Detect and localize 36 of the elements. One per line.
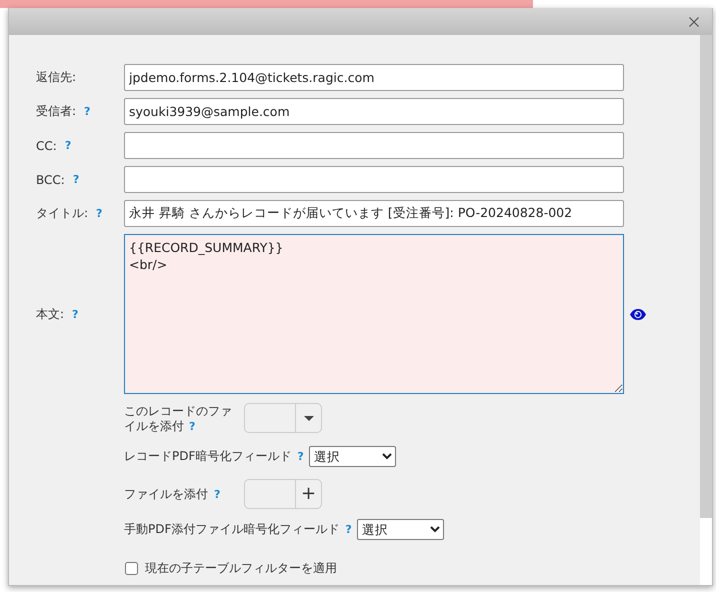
- field-label: 本文:: [36, 306, 64, 322]
- caret-icon: [304, 416, 314, 420]
- field-label: 返信先:: [36, 69, 76, 86]
- upload-field[interactable]: +: [244, 479, 322, 509]
- input-field[interactable]: 永井 昇騎 さんからレコードが届いています [受注番号]: PO-20240828-002: [124, 200, 624, 227]
- field-label: イルを添付: [124, 419, 184, 434]
- help-link[interactable]: ?: [189, 419, 196, 434]
- help-link[interactable]: ?: [84, 105, 90, 118]
- field-label: CC:: [36, 138, 57, 152]
- help-link[interactable]: ?: [214, 488, 220, 500]
- field-label: レコードPDF暗号化フィールド: [124, 448, 292, 465]
- field-label: 手動PDF添付ファイル暗号化フィールド: [124, 521, 340, 538]
- input-field[interactable]: [124, 166, 624, 193]
- help-link[interactable]: ?: [64, 139, 72, 152]
- field-label: BCC:: [36, 172, 65, 186]
- help-link[interactable]: ?: [345, 523, 352, 536]
- checkbox-label: 現在の子テーブルフィルターを適用: [145, 560, 337, 577]
- input-field[interactable]: syouki3939@sample.com: [124, 98, 624, 125]
- help-link[interactable]: ?: [72, 173, 80, 186]
- file-dropdown[interactable]: [244, 403, 322, 433]
- eye-icon[interactable]: [629, 308, 647, 320]
- input-field[interactable]: [124, 132, 624, 159]
- close-icon[interactable]: [689, 16, 699, 26]
- message-body-field[interactable]: {{RECORD_SUMMARY}} <br/>: [124, 234, 624, 394]
- help-link[interactable]: ?: [96, 207, 102, 220]
- select-field[interactable]: 選択: [308, 446, 396, 467]
- input-field[interactable]: jpdemo.forms.2.104@tickets.ragic.com: [124, 64, 624, 91]
- field-label: 受信者:: [36, 103, 76, 120]
- field-label: タイトル:: [36, 205, 88, 222]
- help-link[interactable]: ?: [297, 450, 304, 463]
- help-link[interactable]: ?: [72, 308, 78, 320]
- checkbox[interactable]: [125, 562, 138, 575]
- select-field[interactable]: 選択: [356, 519, 444, 540]
- field-label: ファイルを添付: [124, 486, 208, 502]
- add-button[interactable]: +: [300, 485, 316, 503]
- field-label: このレコードのファ: [124, 404, 232, 419]
